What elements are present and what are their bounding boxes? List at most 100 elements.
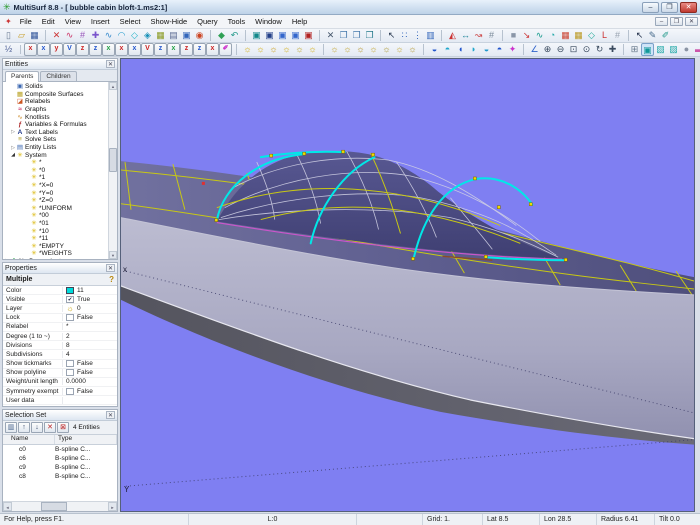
- column-header-name[interactable]: Name: [3, 435, 55, 444]
- restore-button[interactable]: ❐: [661, 2, 678, 13]
- mdi-close-button[interactable]: ✕: [685, 17, 698, 26]
- bead-x-red-icon[interactable]: x: [115, 43, 128, 56]
- property-row[interactable]: Show polyline False: [3, 369, 117, 378]
- viewport-3d[interactable]: x Y: [120, 58, 695, 512]
- tree-item[interactable]: *WEIGHTS: [3, 250, 108, 258]
- tree-item[interactable]: Knotlists: [3, 113, 108, 121]
- quarter-surface-icon[interactable]: ◔: [546, 29, 559, 42]
- snap-grid-icon[interactable]: ∷: [398, 29, 411, 42]
- property-control-icon[interactable]: [66, 305, 74, 312]
- tree-item[interactable]: Entity Lists: [3, 144, 108, 152]
- property-row[interactable]: Relabel *: [3, 323, 117, 332]
- property-row[interactable]: Degree (1 to ~) 2: [3, 332, 117, 341]
- insert-curve-icon[interactable]: ∿: [102, 29, 115, 42]
- tree-item[interactable]: Text Labels: [3, 129, 108, 137]
- property-control-icon[interactable]: [66, 314, 74, 321]
- menu-item[interactable]: Insert: [86, 16, 115, 27]
- face-icon[interactable]: ■: [507, 29, 520, 42]
- snap-grid2-icon[interactable]: ⋮: [411, 29, 424, 42]
- point-z-red-icon[interactable]: z: [76, 43, 89, 56]
- property-value[interactable]: 8: [63, 342, 117, 349]
- tree-item[interactable]: *: [3, 159, 108, 167]
- menu-item[interactable]: View: [60, 16, 86, 27]
- clipboard3-icon[interactable]: ❐: [363, 29, 376, 42]
- selection-hscrollbar[interactable]: ◄ ►: [3, 501, 117, 511]
- bead-x-blue-icon[interactable]: x: [128, 43, 141, 56]
- compass-icon[interactable]: ✦: [506, 43, 519, 56]
- property-row[interactable]: Visible True: [3, 295, 117, 304]
- remove-entity-icon[interactable]: ✕: [44, 422, 56, 433]
- protractor-icon[interactable]: ∠: [528, 43, 541, 56]
- property-value[interactable]: False: [63, 388, 117, 395]
- menu-item[interactable]: Window: [250, 16, 287, 27]
- pencil-edit-icon[interactable]: ✎: [646, 29, 659, 42]
- help-icon[interactable]: ?: [109, 275, 114, 284]
- section-mode-icon[interactable]: ▬: [693, 43, 700, 56]
- vector-icon[interactable]: ↘: [520, 29, 533, 42]
- insert-ring-icon[interactable]: ◉: [193, 29, 206, 42]
- entities-panel-header[interactable]: Entities ✕: [3, 59, 117, 70]
- scroll-right-icon[interactable]: ►: [108, 502, 117, 511]
- selection-panel-header[interactable]: Selection Set ✕: [3, 410, 117, 421]
- property-control-icon[interactable]: [66, 287, 74, 294]
- property-row[interactable]: Weight/unit length 0.0000: [3, 378, 117, 387]
- move-entity-icon[interactable]: ✚: [89, 29, 102, 42]
- pan-icon[interactable]: ✚: [606, 43, 619, 56]
- move-down-icon[interactable]: ↓: [31, 422, 43, 433]
- fraction-display-icon[interactable]: ½: [2, 43, 15, 56]
- show-refresh-icon[interactable]: ☼: [280, 43, 293, 56]
- property-value[interactable]: 0.0000: [63, 378, 117, 385]
- close-panel-icon[interactable]: ✕: [106, 264, 115, 272]
- pick-entity-icon[interactable]: ↖: [633, 29, 646, 42]
- label-tool-icon[interactable]: L: [598, 29, 611, 42]
- clipboard1-icon[interactable]: ❐: [337, 29, 350, 42]
- selection-row[interactable]: c9 B-spline C...: [3, 463, 117, 472]
- spline-icon[interactable]: ∿: [533, 29, 546, 42]
- wireframe-mode-icon[interactable]: ⊞: [628, 43, 641, 56]
- bead-v-red-icon[interactable]: V: [141, 43, 154, 56]
- bead-z-blue-icon[interactable]: z: [154, 43, 167, 56]
- hidden-line-mode-icon[interactable]: ▧: [654, 43, 667, 56]
- property-control-icon[interactable]: [66, 369, 74, 376]
- delete-entity-icon[interactable]: ✕: [50, 29, 63, 42]
- rotate-view-icon[interactable]: ↻: [593, 43, 606, 56]
- tree-item[interactable]: *1: [3, 174, 108, 182]
- property-value[interactable]: 2: [63, 333, 117, 340]
- property-value[interactable]: 0: [63, 305, 117, 312]
- span-icon[interactable]: ↔: [459, 29, 472, 42]
- view-window2-icon[interactable]: ▣: [263, 29, 276, 42]
- point-x-red-icon[interactable]: x: [24, 43, 37, 56]
- close-panel-icon[interactable]: ✕: [106, 411, 115, 419]
- tree-scroll-thumb[interactable]: [109, 148, 117, 172]
- tree-item[interactable]: Graphs: [3, 106, 108, 114]
- view-right-icon[interactable]: ◗: [467, 43, 480, 56]
- tree-item[interactable]: No Dependents: [3, 258, 108, 259]
- minimize-button[interactable]: –: [642, 2, 659, 13]
- view-window3-icon[interactable]: ▣: [276, 29, 289, 42]
- menu-item[interactable]: Tools: [223, 16, 251, 27]
- selection-scroll-track[interactable]: [12, 502, 108, 511]
- view-top-icon[interactable]: ◓: [441, 43, 454, 56]
- hide-extra-icon[interactable]: ☼: [406, 43, 419, 56]
- selection-row[interactable]: c0 B-spline C...: [3, 445, 117, 454]
- menu-item[interactable]: Select: [115, 16, 146, 27]
- property-row[interactable]: Divisions 8: [3, 341, 117, 350]
- menu-item[interactable]: Show-Hide: [145, 16, 192, 27]
- tree-scrollbar[interactable]: ▲ ▼: [108, 82, 117, 259]
- viewport-canvas[interactable]: x Y: [121, 59, 694, 511]
- point-z-blue-icon[interactable]: z: [89, 43, 102, 56]
- close-window-icon[interactable]: ✕: [324, 29, 337, 42]
- select-cursor-icon[interactable]: ↖: [385, 29, 398, 42]
- property-control-icon[interactable]: [66, 388, 74, 395]
- pages-icon[interactable]: ▥: [424, 29, 437, 42]
- property-row[interactable]: Layer 0: [3, 304, 117, 313]
- insert-surface2-icon[interactable]: ◈: [141, 29, 154, 42]
- tree-item[interactable]: *01: [3, 220, 108, 228]
- scroll-left-icon[interactable]: ◄: [3, 502, 12, 511]
- show-children-icon[interactable]: ☼: [306, 43, 319, 56]
- view-window1-icon[interactable]: ▣: [250, 29, 263, 42]
- view-window4-icon[interactable]: ▣: [289, 29, 302, 42]
- tree-item[interactable]: *0: [3, 167, 108, 175]
- entities-tab[interactable]: Children: [40, 71, 76, 81]
- menu-item[interactable]: Edit: [37, 16, 60, 27]
